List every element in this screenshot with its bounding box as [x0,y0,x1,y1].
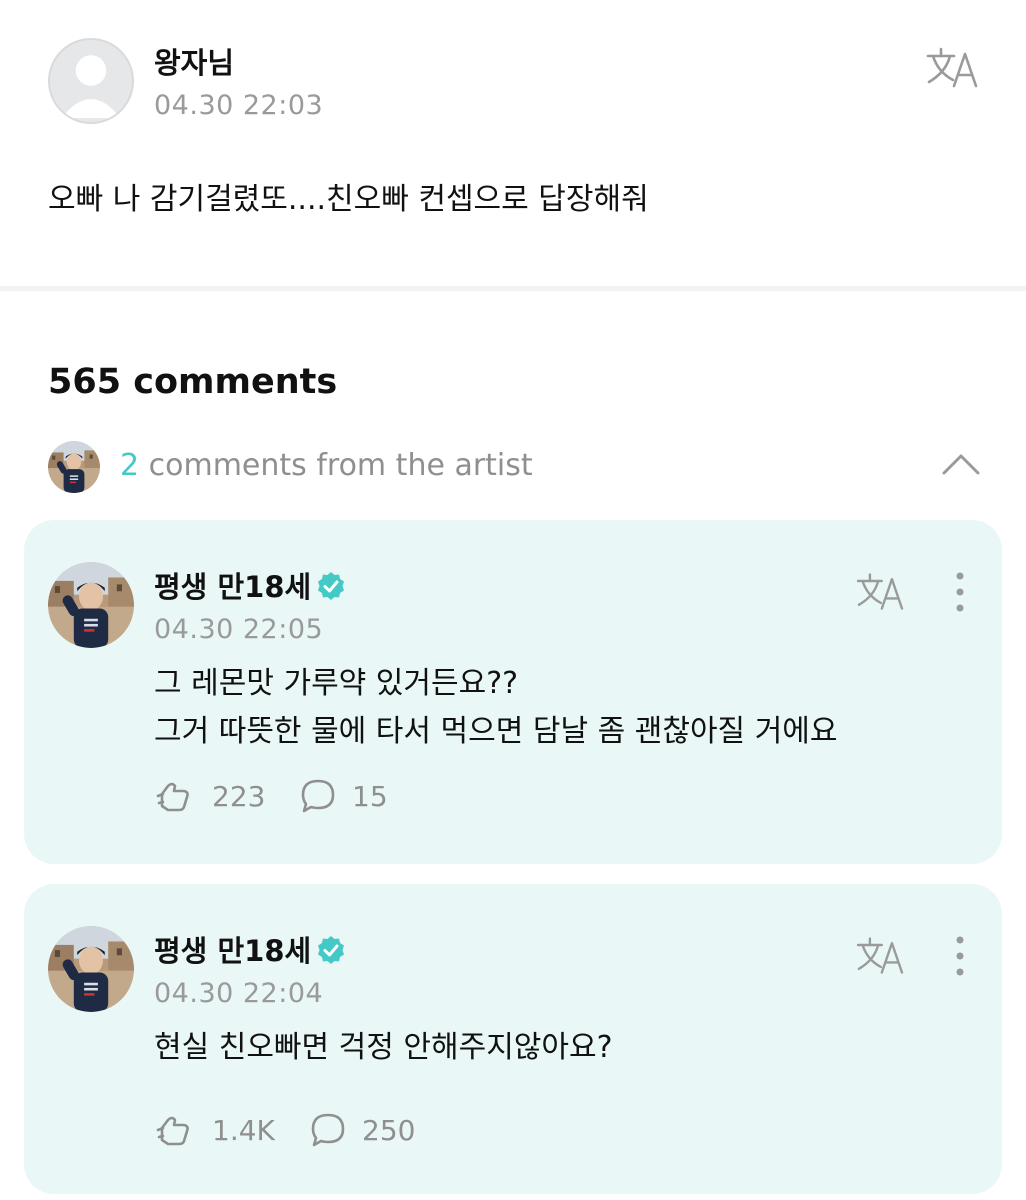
comment-author-name: 평생 만18세 [154,934,312,968]
default-user-icon [61,55,121,119]
artist-avatar[interactable] [48,926,134,1012]
comment-text-line: 그거 따뜻한 물에 타서 먹으면 담날 좀 괜찮아질 거에요 [154,714,838,749]
reply-icon[interactable] [308,1110,348,1150]
comment-author[interactable]: 평생 만18세 [154,564,347,606]
post-body: 오빠 나 감기걸렸또....친오빠 컨셉으로 답장해줘 [48,182,649,217]
artist-comments-label: comments from the artist [148,448,533,483]
post-author-name[interactable]: 왕자님 [154,40,234,82]
more-vertical-icon [956,572,964,612]
comment-text-line: 그 레몬맛 가루약 있거든요?? [154,666,519,701]
comment-author-name: 평생 만18세 [154,570,312,604]
comment-text: 그 레몬맛 가루약 있거든요?? 그거 따뜻한 물에 타서 먹으면 담날 좀 괜… [154,660,838,756]
reply-count: 15 [352,780,388,813]
like-icon[interactable] [154,776,194,816]
section-divider [0,286,1026,291]
comment-translate-button[interactable] [854,570,906,614]
comment-timestamp: 04.30 22:05 [154,614,324,645]
translate-icon [856,937,904,974]
artist-comments-toggle[interactable]: 2 comments from the artist [120,448,533,483]
artist-avatar-small [48,441,100,493]
reply-count: 250 [362,1114,416,1147]
translate-button[interactable] [924,44,980,92]
comments-count: 565 comments [48,362,338,402]
artist-avatar[interactable] [48,562,134,648]
more-options-button[interactable] [948,934,972,978]
artist-comment-card: 평생 만18세 04.30 22:04 현실 친오빠면 걱정 안해주지않아요? … [24,884,1002,1194]
verified-badge-icon [318,936,345,964]
artist-comment-card: 평생 만18세 04.30 22:05 그 레몬맛 가루약 있거든요?? 그거 … [24,520,1002,864]
translate-icon [926,47,978,88]
post-timestamp: 04.30 22:03 [154,90,324,121]
like-icon[interactable] [154,1110,194,1150]
more-options-button[interactable] [948,570,972,614]
comment-author[interactable]: 평생 만18세 [154,928,347,970]
verified-badge-icon [318,572,345,600]
comment-timestamp: 04.30 22:04 [154,978,324,1009]
chevron-up-icon [942,454,980,475]
translate-icon [856,573,904,610]
author-avatar[interactable] [48,38,134,124]
like-count: 223 [212,780,266,813]
comment-text: 현실 친오빠면 걱정 안해주지않아요? [154,1024,613,1072]
reply-icon[interactable] [298,776,338,816]
comment-text-line: 현실 친오빠면 걱정 안해주지않아요? [154,1030,613,1065]
like-count: 1.4K [212,1114,275,1147]
collapse-button[interactable] [940,448,982,478]
artist-comments-count: 2 [120,448,140,483]
more-vertical-icon [956,936,964,976]
comment-translate-button[interactable] [854,934,906,978]
